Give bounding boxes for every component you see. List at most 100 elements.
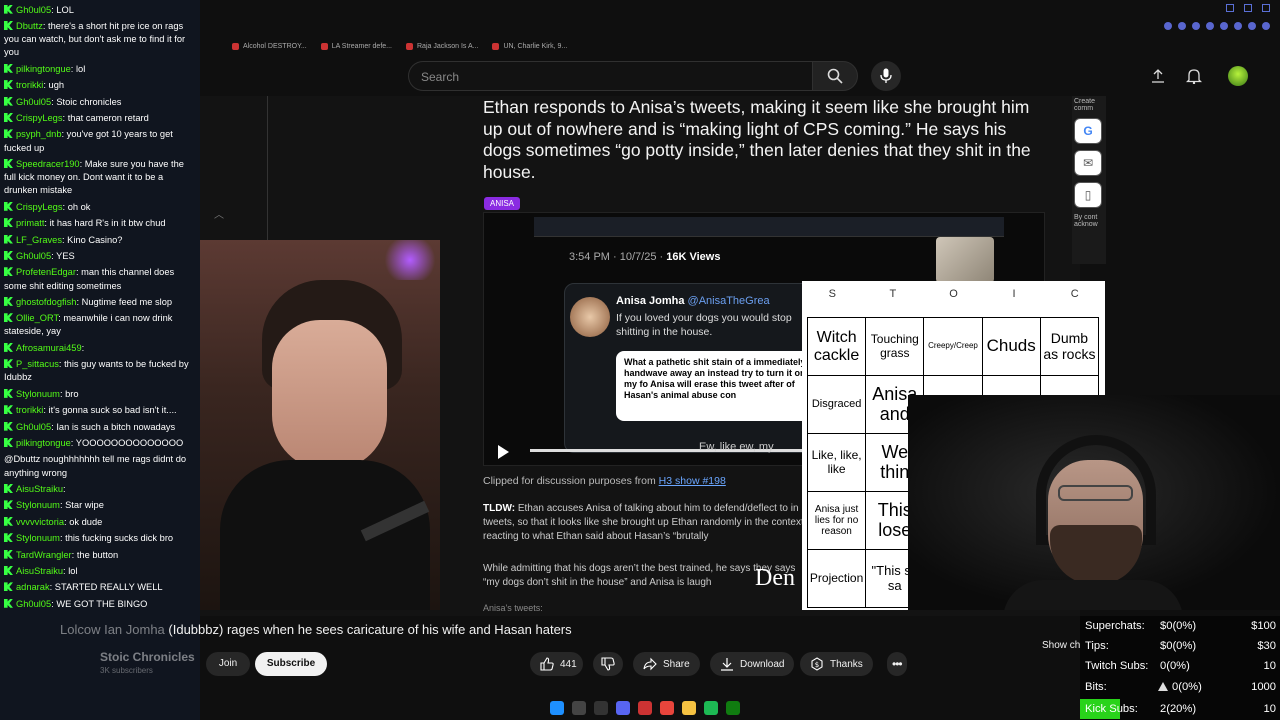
chat-username[interactable]: Gh0ul05 [16,97,51,107]
close-icon[interactable] [1262,4,1270,12]
chat-username[interactable]: TardWrangler [16,550,72,560]
chat-username[interactable]: P_sittacus [16,359,59,369]
chat-message: vvvvvictoria: ok dude [4,514,196,530]
extension-icon[interactable] [1248,22,1256,30]
chat-username[interactable]: Gh0ul05 [16,599,51,609]
chat-username[interactable]: vvvvvictoria [16,517,64,527]
chat-username[interactable]: Stylonuum [16,533,60,543]
search-icon [827,68,843,84]
chat-username[interactable]: Gh0ul05 [16,251,51,261]
show-chat-button[interactable]: Show ch [1042,640,1080,651]
tldr-paragraph: TLDW: Ethan accuses Anisa of talking abo… [483,503,816,542]
chat-message: Dbuttz: there's a short hit pre ice on r… [4,20,186,58]
search-icon[interactable] [572,701,586,715]
chat-username[interactable]: CrispyLegs [16,113,63,123]
chat-message: Gh0ul05: Stoic chronicles [4,94,196,110]
chat-text: that cameron retard [67,112,149,123]
play-icon[interactable] [498,445,509,459]
upload-button[interactable] [1148,66,1168,86]
chat-username[interactable]: Afrosamurai459 [16,343,82,353]
extension-icon[interactable] [1234,22,1242,30]
bookmark-item[interactable]: Raja Jackson Is A... [406,42,478,50]
thanks-button[interactable]: $ Thanks [800,652,873,676]
spotify-icon[interactable] [704,701,718,715]
chat-username[interactable]: Dbuttz [16,21,43,31]
extension-icon[interactable] [1178,22,1186,30]
chat-message: Stylonuum: this fucking sucks dick bro [4,531,196,547]
chrome-icon[interactable] [660,701,674,715]
bookmark-item[interactable]: Alcohol DESTROY... [232,42,307,50]
kick-badge-icon [4,421,13,431]
chat-username[interactable]: Stylonuum [16,500,60,510]
thumbs-up-icon [540,657,554,671]
extension-icon[interactable] [1262,22,1270,30]
start-icon[interactable] [550,701,564,715]
bingo-cell: Touching grass [866,318,925,376]
chat-username[interactable]: Gh0ul05 [16,422,51,432]
chat-username[interactable]: ProfetenEdgar [16,267,76,277]
kick-badge-icon [4,582,13,592]
extension-icon[interactable] [1206,22,1214,30]
extension-icon[interactable] [1164,22,1172,30]
chat-username[interactable]: adnarak [16,582,50,592]
chat-message: Gh0ul05: WE GOT THE BINGO [4,596,196,612]
more-actions-button[interactable]: ••• [887,652,907,676]
xbox-icon[interactable] [726,701,740,715]
like-button[interactable]: 441 [530,652,583,676]
phone-icon[interactable]: ▯ [1074,182,1102,208]
discord-icon[interactable] [616,701,630,715]
maximize-icon[interactable] [1244,4,1252,12]
chat-username[interactable]: CrispyLegs [16,202,63,212]
download-button[interactable]: Download [710,652,795,676]
bookmark-item[interactable]: LA Streamer defe... [320,42,392,50]
chat-username[interactable]: primatt [16,218,44,228]
chat-text: Star wipe [65,500,104,511]
voice-search-button[interactable] [871,61,901,91]
chat-username[interactable]: ghostofdogfish [16,297,76,307]
chat-username[interactable]: pilkingtongue [16,64,71,74]
chat-username[interactable]: AisuStraiku [16,566,63,576]
chat-username[interactable]: Gh0ul05 [16,5,51,15]
mail-icon[interactable]: ✉ [1074,150,1102,176]
subscribe-button[interactable]: Subscribe [255,652,327,676]
bingo-cell: Like, like, like [808,434,867,492]
chat-message: trorikki: it's gonna suck so bad isn't i… [4,403,196,419]
chat-username[interactable]: LF_Graves [16,235,62,245]
chevron-up-icon[interactable]: ︿ [214,206,224,221]
minimize-icon[interactable] [1226,4,1234,12]
kick-badge-icon [4,218,13,228]
bookmark-item[interactable]: UN, Charlie Kirk, 9... [492,42,567,50]
search-input[interactable]: Search [408,61,812,91]
extension-icon[interactable] [1192,22,1200,30]
chat-username[interactable]: Stylonuum [16,389,60,399]
bingo-header: S T O I C [802,281,1105,308]
chat-message: Ollie_ORT: meanwhile i can now drink sta… [4,313,173,337]
video-title: Lolcow Ian Jomha (Idubbbz) rages when he… [60,622,572,637]
bingo-cell: Dumb as rocks [1040,318,1099,376]
chat-username[interactable]: trorikki [16,405,43,415]
chat-username[interactable]: trorikki [16,80,43,90]
search-button[interactable] [812,61,858,91]
account-avatar[interactable] [1228,66,1248,86]
chat-username[interactable]: Speedracer190 [16,159,80,169]
chat-message: TardWrangler: the button [4,547,196,563]
join-button[interactable]: Join [206,652,250,676]
extension-icon[interactable] [1220,22,1228,30]
google-icon[interactable]: G [1074,118,1102,144]
chat-username[interactable]: AisuStraiku [16,484,63,494]
channel-name[interactable]: Stoic Chronicles [100,650,195,664]
app-icon[interactable] [638,701,652,715]
chat-username[interactable]: psyph_dnb [16,129,62,139]
chat-username[interactable]: pilkingtongue [16,438,71,448]
taskview-icon[interactable] [594,701,608,715]
chat-username[interactable]: Ollie_ORT [16,313,58,323]
folder-icon[interactable] [682,701,696,715]
notifications-button[interactable] [1184,66,1204,86]
kick-badge-icon [4,20,13,30]
kick-badge-icon [4,533,13,543]
dislike-button[interactable] [593,652,623,676]
clip-source-link[interactable]: H3 show #198 [659,475,726,487]
share-button[interactable]: Share [633,652,700,676]
video-title-prefix: Lolcow Ian Jomha [60,622,165,637]
chat-text: YOOOOOOOOOOOOOO [75,438,184,449]
